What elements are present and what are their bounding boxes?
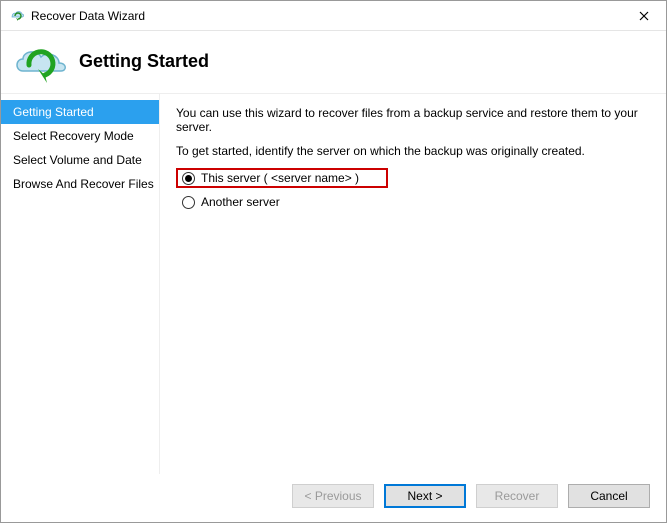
next-button[interactable]: Next > bbox=[384, 484, 466, 508]
sidebar-item-label: Select Volume and Date bbox=[13, 153, 142, 167]
radio-icon bbox=[182, 172, 195, 185]
radio-label: This server ( <server name> ) bbox=[201, 171, 359, 185]
close-icon bbox=[639, 11, 649, 21]
sidebar-item-label: Browse And Recover Files bbox=[13, 177, 154, 191]
recover-button: Recover bbox=[476, 484, 558, 508]
wizard-footer: < Previous Next > Recover Cancel bbox=[1, 474, 666, 522]
wizard-cloud-icon bbox=[11, 39, 71, 83]
wizard-step-list: Getting Started Select Recovery Mode Sel… bbox=[1, 94, 159, 474]
page-title: Getting Started bbox=[79, 51, 209, 72]
sidebar-item-getting-started[interactable]: Getting Started bbox=[1, 100, 159, 124]
sidebar-item-select-recovery-mode[interactable]: Select Recovery Mode bbox=[1, 124, 159, 148]
app-icon bbox=[9, 8, 25, 24]
sidebar-item-label: Select Recovery Mode bbox=[13, 129, 134, 143]
sidebar-item-select-volume-and-date[interactable]: Select Volume and Date bbox=[1, 148, 159, 172]
radio-icon bbox=[182, 196, 195, 209]
button-label: < Previous bbox=[304, 489, 361, 503]
radio-label: Another server bbox=[201, 195, 280, 209]
cancel-button[interactable]: Cancel bbox=[568, 484, 650, 508]
server-choice-group: This server ( <server name> ) Another se… bbox=[176, 168, 650, 212]
close-button[interactable] bbox=[621, 1, 666, 31]
header-band: Getting Started bbox=[1, 31, 666, 94]
titlebar: Recover Data Wizard bbox=[1, 1, 666, 31]
window-title: Recover Data Wizard bbox=[31, 9, 145, 23]
radio-another-server[interactable]: Another server bbox=[176, 192, 650, 212]
previous-button: < Previous bbox=[292, 484, 374, 508]
sidebar-item-label: Getting Started bbox=[13, 105, 94, 119]
radio-this-server[interactable]: This server ( <server name> ) bbox=[176, 168, 388, 188]
button-label: Recover bbox=[495, 489, 540, 503]
button-label: Next > bbox=[407, 489, 442, 503]
button-label: Cancel bbox=[590, 489, 627, 503]
sidebar-item-browse-and-recover-files[interactable]: Browse And Recover Files bbox=[1, 172, 159, 196]
content-pane: You can use this wizard to recover files… bbox=[159, 94, 666, 474]
prompt-text: To get started, identify the server on w… bbox=[176, 144, 650, 158]
intro-text: You can use this wizard to recover files… bbox=[176, 106, 650, 134]
